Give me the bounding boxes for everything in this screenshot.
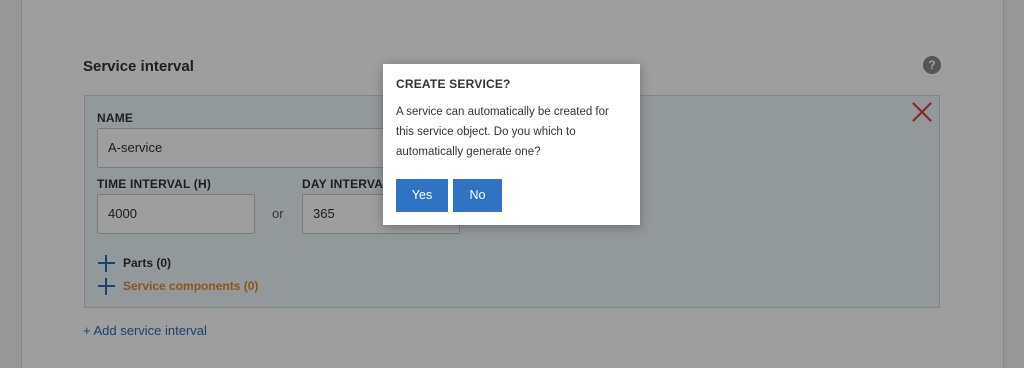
dialog-title: CREATE SERVICE? — [396, 77, 511, 91]
yes-button[interactable]: Yes — [396, 179, 448, 212]
no-button[interactable]: No — [453, 179, 502, 212]
create-service-dialog: CREATE SERVICE? A service can automatica… — [383, 64, 640, 225]
dialog-message: A service can automatically be created f… — [396, 106, 609, 158]
